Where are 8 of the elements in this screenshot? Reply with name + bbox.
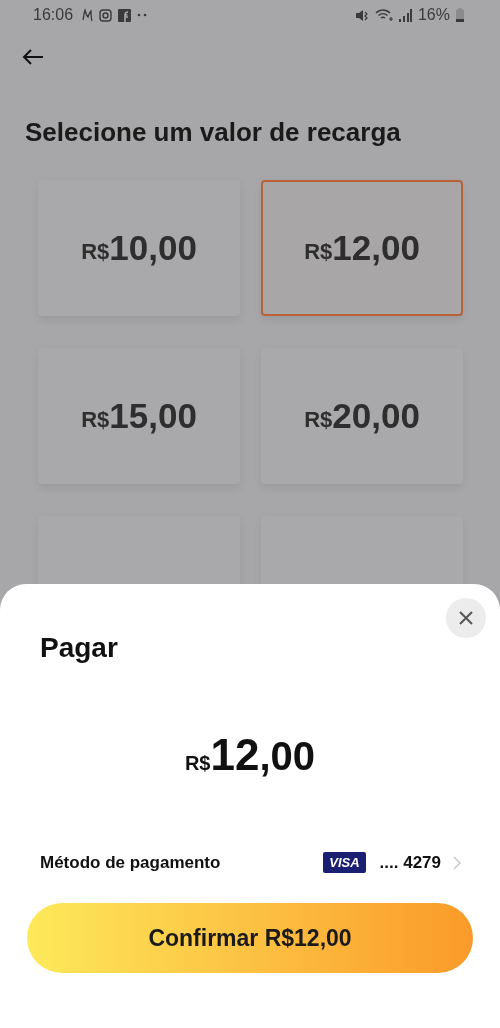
method-label: Método de pagamento xyxy=(40,852,221,873)
battery-percent: 16% xyxy=(417,6,450,24)
sheet-title: Pagar xyxy=(40,632,118,664)
card-number: .... 4279 xyxy=(379,852,441,873)
total-amount: R$12,00 xyxy=(184,730,316,780)
card-brand-logo: VISA xyxy=(323,852,366,873)
page-title: Selecione um valor de recarga xyxy=(25,117,402,148)
status-time: 16:06 xyxy=(33,6,74,24)
